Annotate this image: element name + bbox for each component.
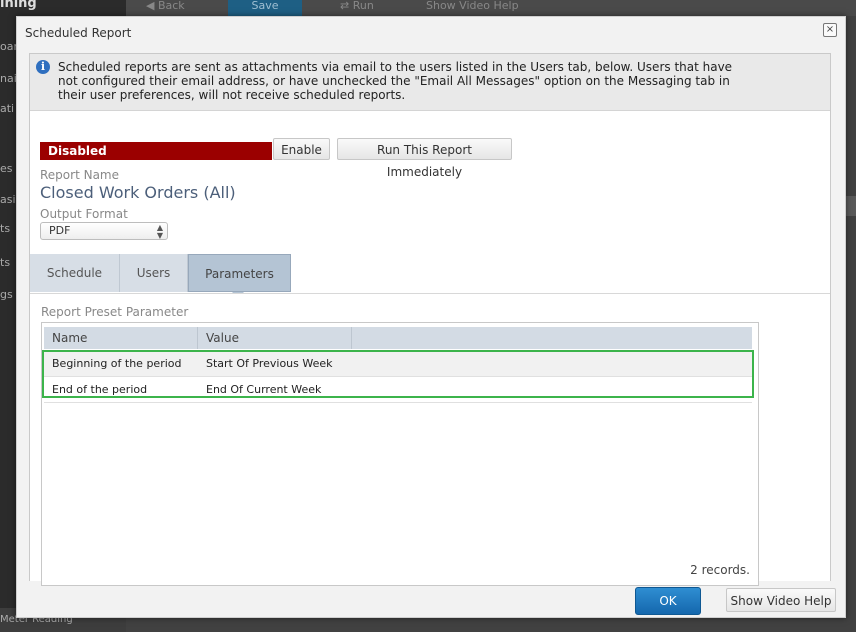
column-header-value[interactable]: Value	[198, 327, 352, 349]
background-save-button: Save	[228, 0, 302, 16]
dialog-content: i Scheduled reports are sent as attachme…	[29, 53, 831, 586]
row-value: Start Of Previous Week	[206, 357, 333, 370]
background-nav-item: ati	[0, 102, 15, 115]
background-back-button: ◀ Back	[146, 0, 185, 12]
parameters-panel: Report Preset Parameter Name Value Begin…	[30, 293, 830, 586]
records-count: 2 records.	[690, 563, 750, 577]
row-name: End of the period	[52, 383, 148, 396]
ok-button[interactable]: OK	[635, 587, 701, 615]
background-brand: ining	[0, 0, 37, 11]
row-value: End Of Current Week	[206, 383, 322, 396]
info-text: Scheduled reports are sent as attachment…	[58, 60, 733, 102]
column-header-name[interactable]: Name	[44, 327, 198, 349]
select-arrows-icon: ▲ ▼	[156, 223, 163, 240]
close-icon[interactable]: ×	[823, 23, 837, 37]
tab-schedule[interactable]: Schedule	[30, 254, 120, 292]
info-icon: i	[36, 60, 50, 74]
parameters-grid: Name Value Beginning of the period Start…	[41, 322, 759, 586]
tab-bar: Schedule Users Parameters	[30, 254, 830, 298]
background-run-button: ⇄ Run	[340, 0, 374, 12]
run-report-now-button[interactable]: Run This Report Immediately	[337, 138, 512, 179]
output-format-select[interactable]: PDF ▲ ▼	[40, 222, 168, 240]
background-video-help: Show Video Help	[426, 0, 519, 12]
info-banner: i Scheduled reports are sent as attachme…	[30, 54, 830, 111]
enable-button[interactable]: Enable	[273, 138, 330, 160]
scheduled-report-dialog: Scheduled Report × i Scheduled reports a…	[16, 16, 846, 618]
background-toolbar: ◀ Back Save ⇄ Run Show Video Help	[126, 0, 856, 16]
background-nav-item: gs	[0, 288, 13, 301]
background-nav-item: nai	[0, 72, 17, 85]
background-nav-item: ts	[0, 222, 11, 235]
table-row[interactable]: End of the period End Of Current Week	[44, 377, 752, 403]
report-name-label: Report Name	[40, 168, 119, 182]
row-name: Beginning of the period	[52, 357, 182, 370]
status-badge: Disabled	[40, 142, 272, 160]
background-nav-item: es	[0, 162, 13, 175]
preset-parameter-label: Report Preset Parameter	[41, 305, 189, 319]
tab-parameters[interactable]: Parameters	[188, 254, 291, 292]
output-format-label: Output Format	[40, 207, 128, 221]
tab-users[interactable]: Users	[120, 254, 188, 292]
show-video-help-button[interactable]: Show Video Help	[726, 588, 836, 612]
report-name: Closed Work Orders (All)	[40, 183, 236, 202]
grid-header: Name Value	[44, 327, 752, 349]
output-format-value: PDF	[49, 224, 71, 237]
dialog-title: Scheduled Report	[25, 26, 132, 40]
background-nav-item: ts	[0, 256, 11, 269]
table-row[interactable]: Beginning of the period Start Of Previou…	[44, 351, 752, 377]
